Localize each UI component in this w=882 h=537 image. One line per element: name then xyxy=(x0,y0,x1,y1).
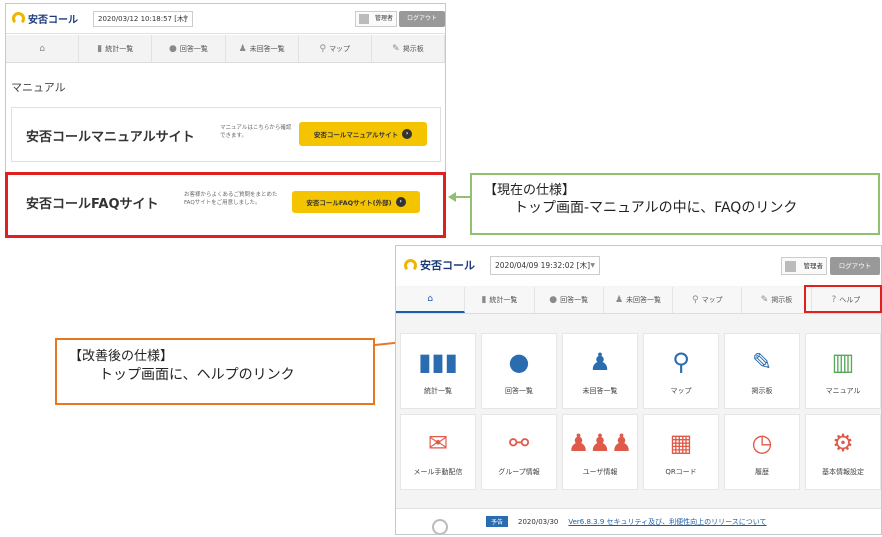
nav-home[interactable]: ⌂ xyxy=(396,287,466,313)
tile-history[interactable]: ◷ 履歴 xyxy=(724,414,800,490)
improved-spec-note: 【改善後の仕様】 トップ画面に、ヘルプのリンク xyxy=(55,338,375,405)
chevron-down-icon: ▼ xyxy=(590,262,595,269)
nav-map[interactable]: ⚲ マップ xyxy=(673,287,743,313)
datetime-value: 2020/04/09 19:32:02 [木] xyxy=(495,261,591,270)
user-x-icon: ♟ xyxy=(614,295,624,305)
logo-text: 安否コール xyxy=(420,259,475,272)
mail-icon: ✉ xyxy=(427,429,449,457)
map-pin-icon: ⚲ xyxy=(672,348,690,376)
logo[interactable]: 安否コール xyxy=(404,257,475,273)
user-button[interactable]: 管理者 xyxy=(781,257,827,275)
nav-unanswered[interactable]: ♟ 未回答一覧 xyxy=(604,287,674,313)
chat-icon: ● xyxy=(508,348,530,376)
user-x-icon: ♟ xyxy=(589,348,611,376)
tile-unanswered[interactable]: ♟ 未回答一覧 xyxy=(562,333,638,409)
improved-spec-body: トップ画面に、ヘルプのリンク xyxy=(99,367,295,383)
tile-users[interactable]: ♟♟♟ ユーザ情報 xyxy=(562,414,638,490)
pencil-icon: ✎ xyxy=(760,295,769,305)
avatar-icon xyxy=(785,261,796,272)
tile-qr[interactable]: ▦ QRコード xyxy=(643,414,719,490)
tile-groups[interactable]: ⚯ グループ情報 xyxy=(481,414,557,490)
news-link[interactable]: Ver6.8.3.9 セキュリティ及び、利便性向上のリリースについて xyxy=(568,517,766,527)
book-icon: ▥ xyxy=(831,348,855,376)
nav-board[interactable]: ✎ 掲示板 xyxy=(742,287,812,313)
help-highlight-box xyxy=(804,285,882,313)
clock-icon: ◷ xyxy=(751,429,773,457)
gear-icon: ⚙ xyxy=(832,429,854,457)
bar-chart-icon: ▮▮▮ xyxy=(418,348,458,376)
header: 安否コール 2020/04/09 19:32:02 [木] ▼ 管理者 ログアウ… xyxy=(396,246,881,286)
datetime-select[interactable]: 2020/04/09 19:32:02 [木] ▼ xyxy=(490,256,600,275)
pencil-icon: ✎ xyxy=(751,348,773,376)
tile-board[interactable]: ✎ 掲示板 xyxy=(724,333,800,409)
map-pin-icon: ⚲ xyxy=(691,295,699,305)
logout-button[interactable]: ログアウト xyxy=(830,257,880,275)
nav-stats[interactable]: ▮ 統計一覧 xyxy=(465,287,535,313)
improved-spec-heading: 【改善後の仕様】 xyxy=(69,349,174,364)
tile-settings[interactable]: ⚙ 基本情報設定 xyxy=(805,414,881,490)
org-chart-icon: ⚯ xyxy=(508,429,530,457)
bar-chart-icon: ▮ xyxy=(481,295,487,305)
news-badge: 予告 xyxy=(486,516,509,527)
user-name: 管理者 xyxy=(803,262,824,270)
tile-stats[interactable]: ▮▮▮ 統計一覧 xyxy=(400,333,476,409)
qr-code-icon: ▦ xyxy=(669,429,693,457)
tile-answers[interactable]: ● 回答一覧 xyxy=(481,333,557,409)
tile-manual[interactable]: ▥ マニュアル xyxy=(805,333,881,409)
logo-icon xyxy=(404,258,417,272)
users-icon: ♟♟♟ xyxy=(567,429,633,457)
chat-icon: ● xyxy=(549,295,558,305)
nav-answers[interactable]: ● 回答一覧 xyxy=(535,287,604,313)
tile-map[interactable]: ⚲ マップ xyxy=(643,333,719,409)
home-icon: ⌂ xyxy=(427,294,433,304)
info-icon xyxy=(432,519,448,534)
tile-mail[interactable]: ✉ メール手動配信 xyxy=(400,414,476,490)
news-bar: 予告 2020/03/30 Ver6.8.3.9 セキュリティ及び、利便性向上の… xyxy=(396,508,881,534)
news-date: 2020/03/30 xyxy=(518,517,559,526)
